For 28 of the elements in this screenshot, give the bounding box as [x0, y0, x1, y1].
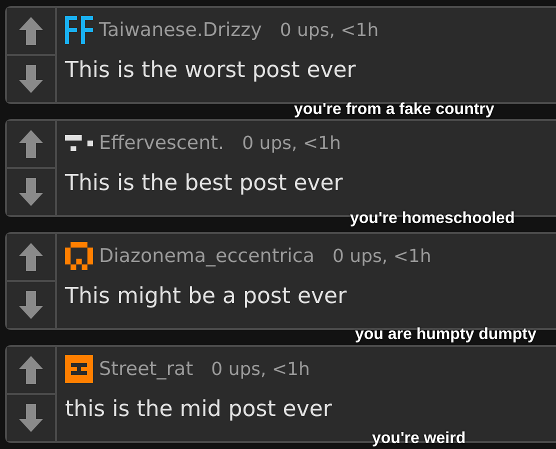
caption-text: you are humpty dumpty	[355, 325, 536, 345]
comment-text: This is the best post ever	[65, 170, 344, 198]
up-arrow-icon	[19, 17, 43, 45]
caption-text: you're homeschooled	[350, 209, 515, 229]
caption-text: you're from a fake country	[294, 100, 494, 120]
down-arrow-icon	[19, 291, 43, 319]
up-arrow-icon	[19, 243, 43, 271]
comment-text: This might be a post ever	[65, 283, 348, 311]
downvote-button[interactable]	[7, 393, 55, 441]
downvote-button[interactable]	[7, 54, 55, 102]
username-link[interactable]: Street_rat	[99, 354, 194, 384]
caption-text: you're weird	[372, 429, 466, 449]
comment-meta: 0 ups, <1h	[280, 18, 379, 42]
comment-meta: 0 ups, <1h	[211, 358, 310, 382]
username-link[interactable]: Taiwanese.Drizzy	[99, 16, 262, 44]
comment-meta: 0 ups, <1h	[332, 244, 432, 268]
username-link[interactable]: Effervescent.	[99, 128, 224, 158]
downvote-button[interactable]	[7, 280, 55, 328]
down-arrow-icon	[19, 178, 43, 206]
down-arrow-icon	[19, 65, 43, 93]
username-link[interactable]: Diazonema_eccentrica	[99, 242, 314, 270]
downvote-button[interactable]	[7, 167, 55, 215]
up-arrow-icon	[19, 130, 43, 158]
up-arrow-icon	[19, 356, 43, 384]
comment-meta: 0 ups, <1h	[242, 132, 341, 156]
comment-text: This is the worst post ever	[65, 57, 357, 85]
comment-text: this is the mid post ever	[65, 396, 333, 424]
down-arrow-icon	[19, 404, 43, 432]
